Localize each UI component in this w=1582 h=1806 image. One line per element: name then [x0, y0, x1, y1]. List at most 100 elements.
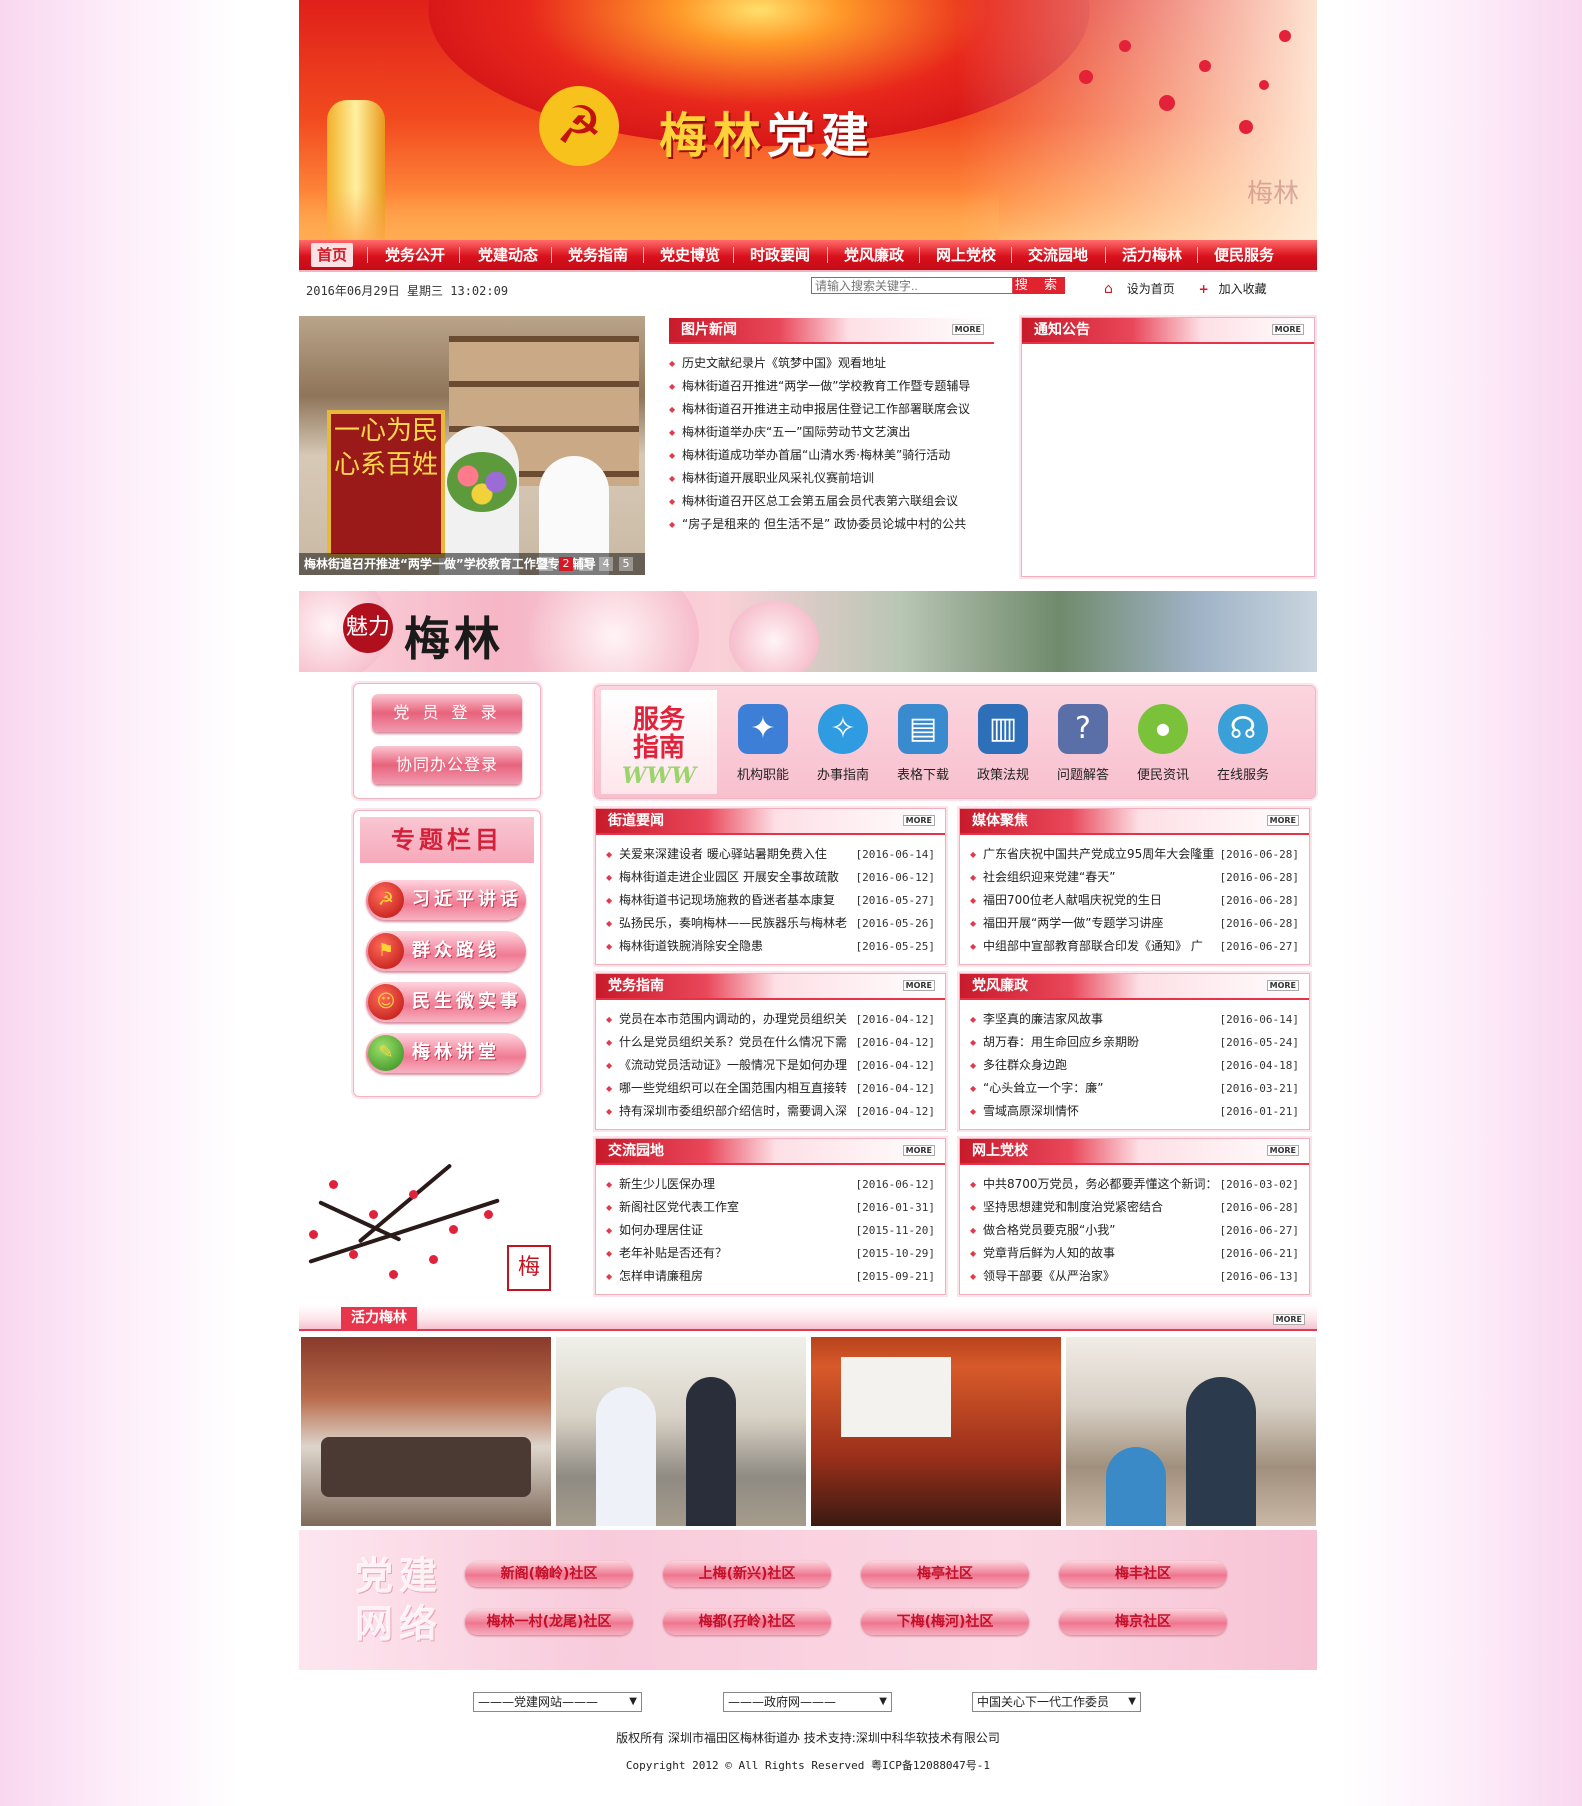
list-item[interactable]: 弘扬民乐，奏响梅林——民族器乐与梅林老[2016-05-26] [606, 912, 935, 935]
community-link[interactable]: 梅丰社区 [1059, 1561, 1227, 1587]
list-item[interactable]: 哪一些党组织可以在全国范围内相互直接转[2016-04-12] [606, 1077, 935, 1100]
list-item[interactable]: 党章背后鲜为人知的故事 [2016-06-21] [970, 1242, 1299, 1265]
list-item[interactable]: 党员在本市范围内调动的，办理党员组织关[2016-04-12] [606, 1008, 935, 1031]
list-item[interactable]: “房子是租来的 但生活不是” 政协委员论城中村的公共 [669, 513, 994, 536]
silk-pennant-image: 一心为民 心系百姓 [327, 410, 445, 558]
list-item[interactable]: 持有深圳市委组织部介绍信时，需要调入深[2016-04-12] [606, 1100, 935, 1123]
nav-item-party-history[interactable]: 党史博览 [653, 243, 727, 267]
community-link[interactable]: 梅京社区 [1059, 1609, 1227, 1635]
search-button[interactable]: 搜 索 [1013, 277, 1065, 294]
list-item[interactable]: 什么是党员组织关系？党员在什么情况下需[2016-04-12] [606, 1031, 935, 1054]
nav-item-services[interactable]: 便民服务 [1207, 243, 1281, 267]
list-item[interactable]: 中共8700万党员，务必都要弄懂这个新词：[2016-03-02] [970, 1173, 1299, 1196]
add-favorite-link[interactable]: + 加入收藏 [1199, 282, 1277, 296]
office-login-button[interactable]: 协同办公登录 [372, 746, 522, 784]
party-sites-select[interactable]: ———党建网站——— ▼ [473, 1692, 642, 1712]
more-button[interactable]: MORE [1272, 1314, 1305, 1325]
list-item[interactable]: 胡万春：用生命回应乡亲期盼 [2016-05-24] [970, 1031, 1299, 1054]
more-button[interactable]: MORE [1266, 815, 1299, 826]
list-item[interactable]: 梅林街道走进企业园区 开展安全事故疏散 [2016-06-12] [606, 866, 935, 889]
community-link[interactable]: 新阁(翰岭)社区 [465, 1561, 633, 1587]
more-button[interactable]: MORE [1271, 324, 1304, 335]
search-input[interactable] [811, 277, 1013, 294]
more-button[interactable]: MORE [902, 815, 935, 826]
service-policy[interactable]: ▥ 政策法规 [968, 704, 1038, 783]
photo-sofa [321, 1437, 531, 1497]
list-item[interactable]: 历史文献纪录片《筑梦中国》观看地址 [669, 352, 994, 375]
list-item[interactable]: 福田700位老人献唱庆祝党的生日 [2016-06-28] [970, 889, 1299, 912]
list-item[interactable]: “心头耸立一个字：廉” [2016-03-21] [970, 1077, 1299, 1100]
service-info[interactable]: ● 便民资讯 [1128, 704, 1198, 783]
community-link[interactable]: 梅亭社区 [861, 1561, 1029, 1587]
community-link[interactable]: 下梅(梅河)社区 [861, 1609, 1029, 1635]
list-item[interactable]: 广东省庆祝中国共产党成立95周年大会隆重[2016-06-28] [970, 843, 1299, 866]
list-item[interactable]: 福田开展“两学一做”专题学习讲座 [2016-06-28] [970, 912, 1299, 935]
topic-livelihood-button[interactable]: ☺ 民生微实事 [366, 982, 526, 1022]
vitality-photo[interactable] [301, 1337, 551, 1526]
government-sites-select[interactable]: ———政府网——— ▼ [723, 1692, 892, 1712]
set-home-link[interactable]: ⌂ 设为首页 [1104, 281, 1185, 297]
nav-item-online-school[interactable]: 网上党校 [929, 243, 1003, 267]
service-faq[interactable]: ? 问题解答 [1048, 704, 1118, 783]
community-link[interactable]: 上梅(新兴)社区 [663, 1561, 831, 1587]
slide-page-button[interactable]: 5 [619, 557, 633, 571]
community-link[interactable]: 梅林一村(龙尾)社区 [465, 1609, 633, 1635]
topic-lecture-button[interactable]: ✎ 梅林讲堂 [366, 1033, 526, 1073]
list-item[interactable]: 做合格党员要克服“小我” [2016-06-27] [970, 1219, 1299, 1242]
vitality-photo[interactable] [1066, 1337, 1316, 1526]
service-online[interactable]: ☊ 在线服务 [1208, 704, 1278, 783]
list-item[interactable]: 梅林街道举办庆“五一”国际劳动节文艺演出 [669, 421, 994, 444]
list-item[interactable]: 梅林街道召开推进主动申报居住登记工作部署联席会议 [669, 398, 994, 421]
list-item[interactable]: 李坚真的廉洁家风故事 [2016-06-14] [970, 1008, 1299, 1031]
related-orgs-select[interactable]: 中国关心下一代工作委员 ▼ [972, 1692, 1141, 1712]
nav-item-home[interactable]: 首页 [311, 243, 353, 267]
vitality-photo[interactable] [811, 1337, 1061, 1526]
list-item[interactable]: 新生少儿医保办理 [2016-06-12] [606, 1173, 935, 1196]
more-button[interactable]: MORE [951, 324, 984, 335]
list-item[interactable]: 老年补贴是否还有？ [2015-10-29] [606, 1242, 935, 1265]
list-item[interactable]: 中组部中宣部教育部联合印发《通知》 广 [2016-06-27] [970, 935, 1299, 958]
service-org-functions[interactable]: ✦ 机构职能 [728, 704, 798, 783]
nav-item-current-affairs[interactable]: 时政要闻 [743, 243, 817, 267]
list-item[interactable]: 梅林街道铁腕消除安全隐患 [2016-05-25] [606, 935, 935, 958]
list-item[interactable]: 怎样申请廉租房 [2015-09-21] [606, 1265, 935, 1288]
nav-item-vitality[interactable]: 活力梅林 [1115, 243, 1189, 267]
more-button[interactable]: MORE [1266, 980, 1299, 991]
slide-page-button[interactable]: 2 [559, 557, 573, 571]
slide-page-button[interactable]: 4 [599, 557, 613, 571]
nav-item-party-affairs[interactable]: 党务公开 [379, 243, 451, 267]
member-login-button[interactable]: 党 员 登 录 [372, 694, 522, 732]
list-item[interactable]: 如何办理居住证 [2015-11-20] [606, 1219, 935, 1242]
list-item[interactable]: 梅林街道开展职业风采礼仪赛前培训 [669, 467, 994, 490]
more-button[interactable]: MORE [902, 980, 935, 991]
branch [318, 1200, 402, 1242]
item-date: [2016-05-26] [851, 912, 935, 935]
topic-xi-speech-button[interactable]: ☭ 习近平讲话 [366, 880, 526, 920]
more-button[interactable]: MORE [902, 1145, 935, 1156]
nav-item-party-guide[interactable]: 党务指南 [561, 243, 635, 267]
list-item[interactable]: 雪域高原深圳情怀 [2016-01-21] [970, 1100, 1299, 1123]
vitality-photo[interactable] [556, 1337, 806, 1526]
list-item[interactable]: 社会组织迎来党建“春天” [2016-06-28] [970, 866, 1299, 889]
list-item[interactable]: 坚持思想建党和制度治党紧密结合 [2016-06-28] [970, 1196, 1299, 1219]
list-item[interactable]: 梅林街道书记现场施救的昏迷者基本康复 [2016-05-27] [606, 889, 935, 912]
photo-slideshow[interactable]: 一心为民 心系百姓 梅林街道召开推进“两学一做”学校教育工作暨专题辅导 1234… [299, 316, 645, 575]
list-item[interactable]: 梅林街道召开区总工会第五届会员代表第六联组会议 [669, 490, 994, 513]
slide-page-button[interactable]: 3 [579, 557, 593, 571]
community-link[interactable]: 梅都(孖岭)社区 [663, 1609, 831, 1635]
nav-item-party-news[interactable]: 党建动态 [471, 243, 545, 267]
list-item[interactable]: 领导干部要《从严治家》 [2016-06-13] [970, 1265, 1299, 1288]
list-item[interactable]: 新阁社区党代表工作室 [2016-01-31] [606, 1196, 935, 1219]
nav-item-integrity[interactable]: 党风廉政 [837, 243, 911, 267]
topic-mass-line-button[interactable]: ⚑ 群众路线 [366, 931, 526, 971]
list-item[interactable]: 梅林街道召开推进“两学一做”学校教育工作暨专题辅导 [669, 375, 994, 398]
slide-page-button[interactable]: 1 [539, 557, 553, 571]
service-form-download[interactable]: ▤ 表格下载 [888, 704, 958, 783]
list-item[interactable]: 多往群众身边跑 [2016-04-18] [970, 1054, 1299, 1077]
list-item[interactable]: 梅林街道成功举办首届“山清水秀·梅林美”骑行活动 [669, 444, 994, 467]
more-button[interactable]: MORE [1266, 1145, 1299, 1156]
list-item[interactable]: 《流动党员活动证》一般情况下是如何办理[2016-04-12] [606, 1054, 935, 1077]
list-item[interactable]: 关爱来深建设者 暖心驿站暑期免费入住 [2016-06-14] [606, 843, 935, 866]
service-guide[interactable]: ✧ 办事指南 [808, 704, 878, 783]
nav-item-exchange[interactable]: 交流园地 [1021, 243, 1095, 267]
